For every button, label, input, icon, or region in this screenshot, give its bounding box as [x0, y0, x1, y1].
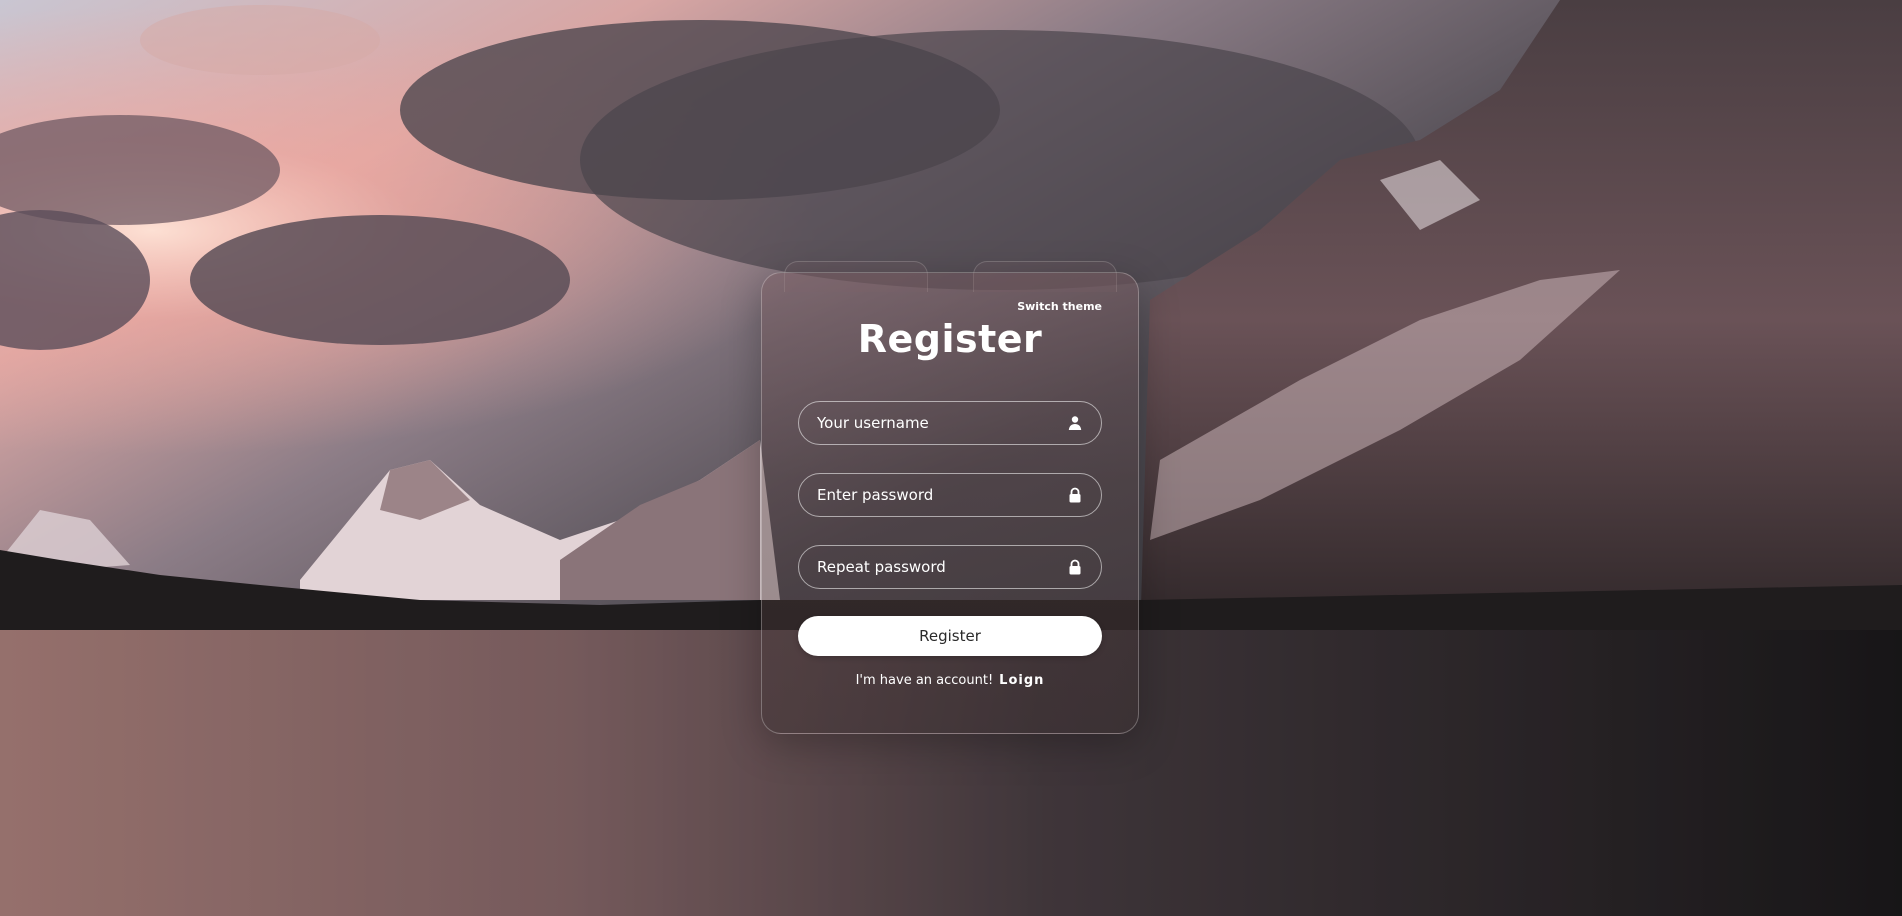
login-link[interactable]: Loign	[999, 673, 1044, 688]
username-field[interactable]	[798, 401, 1102, 445]
repeat-password-field[interactable]	[798, 545, 1102, 589]
password-field[interactable]	[798, 473, 1102, 517]
repeat-password-input[interactable]	[817, 546, 1053, 588]
account-prompt-text: I'm have an account!	[855, 673, 994, 688]
lock-icon	[1069, 487, 1081, 503]
user-icon	[1068, 416, 1082, 430]
page-title: Register	[857, 317, 1043, 361]
switch-theme-button[interactable]: Switch theme	[1017, 300, 1102, 313]
register-card: Switch theme Register Register	[761, 272, 1139, 734]
background-scene: Switch theme Register Register	[0, 0, 1902, 916]
lock-icon	[1069, 559, 1081, 575]
register-button[interactable]: Register	[798, 616, 1102, 656]
username-input[interactable]	[817, 402, 1053, 444]
password-input[interactable]	[817, 474, 1053, 516]
login-prompt: I'm have an account! Loign	[762, 673, 1138, 688]
